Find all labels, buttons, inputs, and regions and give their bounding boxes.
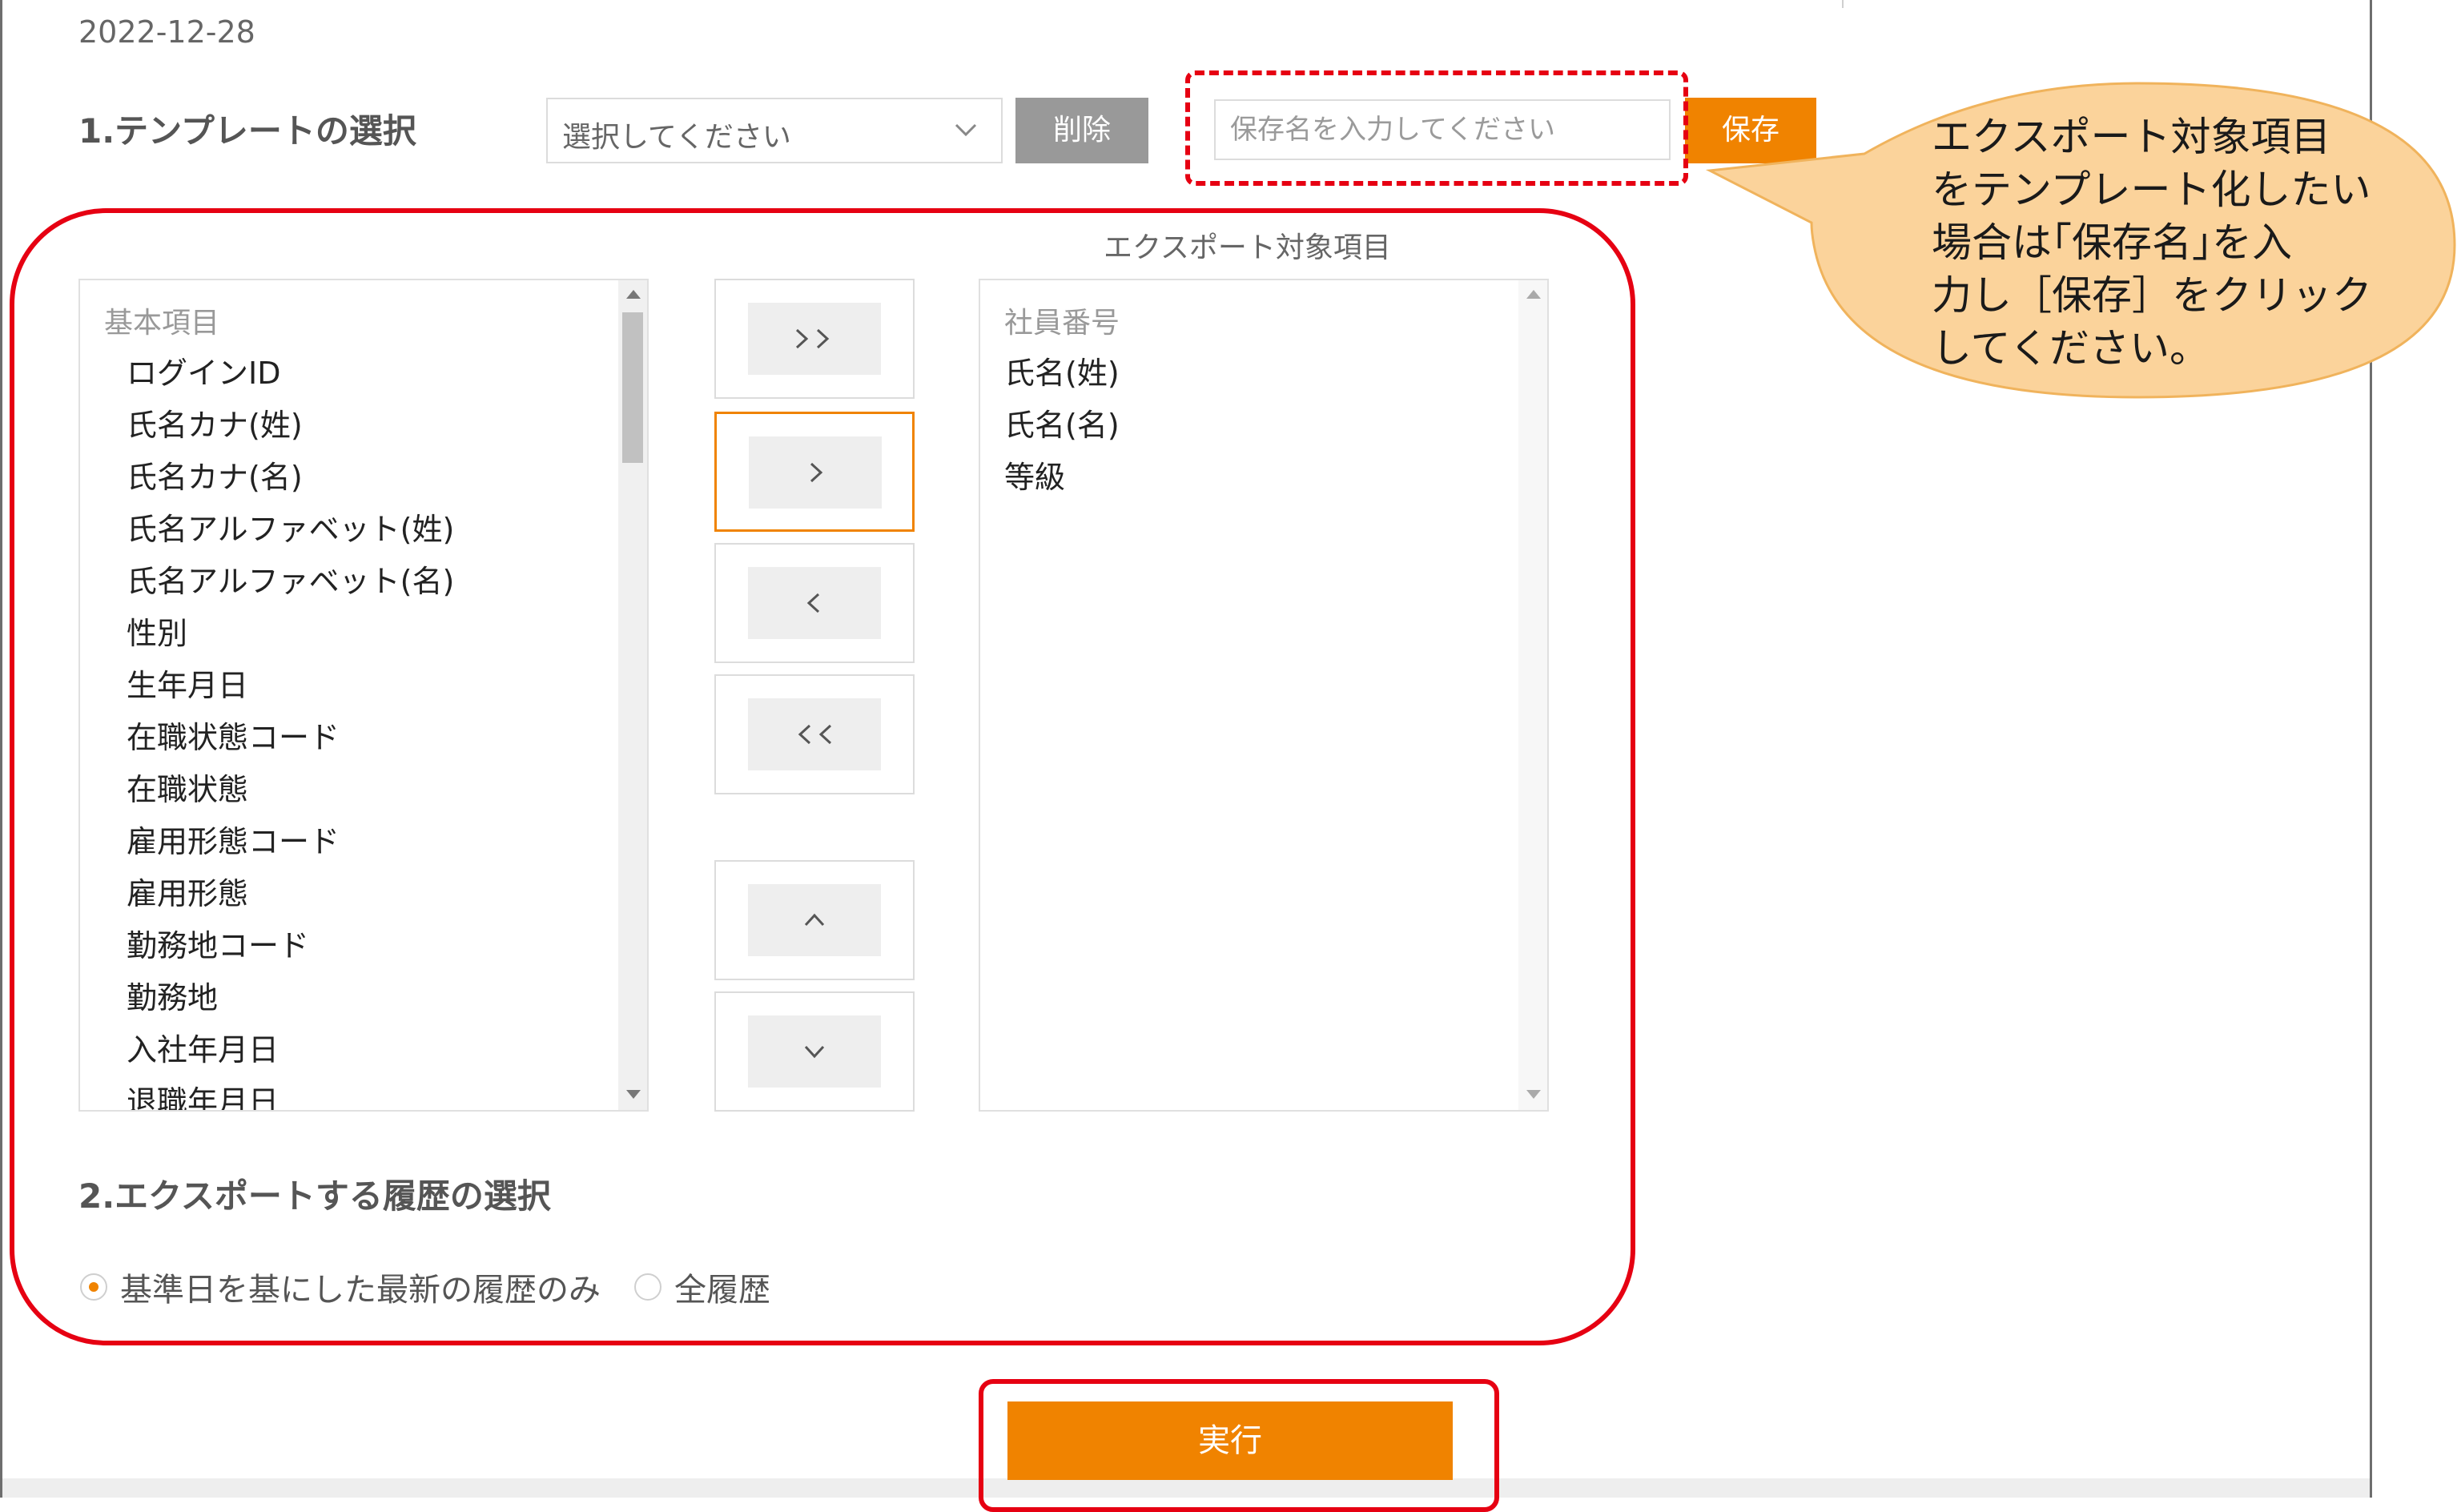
delete-button[interactable]: 削除 <box>1015 98 1148 163</box>
save-area-highlight <box>1185 70 1688 186</box>
callout-line: 場合は｢保存名｣を入 <box>1932 219 2292 266</box>
callout-line: してください。 <box>1932 325 2210 372</box>
selection-area-highlight <box>10 208 1635 1345</box>
base-date: 2022-12-28 <box>78 14 255 50</box>
callout-line: エクスポート対象項目 <box>1932 114 2331 160</box>
save-button[interactable]: 保存 <box>1685 98 1816 163</box>
section1-title: 1.テンプレートの選択 <box>78 111 416 151</box>
run-button-highlight <box>979 1379 1499 1512</box>
callout-line: をテンプレート化したい <box>1932 167 2371 213</box>
callout-line: 力し［保存］をクリック <box>1932 272 2372 319</box>
template-select[interactable]: 選択してください <box>546 98 1003 163</box>
template-select-placeholder: 選択してください <box>562 121 791 154</box>
frame-divider <box>1842 0 1844 8</box>
outer-margin <box>2372 0 2457 1512</box>
chevron-down-icon <box>955 123 977 137</box>
callout-text: エクスポート対象項目 をテンプレート化したい 場合は｢保存名｣を入 力し［保存］… <box>1932 111 2380 375</box>
